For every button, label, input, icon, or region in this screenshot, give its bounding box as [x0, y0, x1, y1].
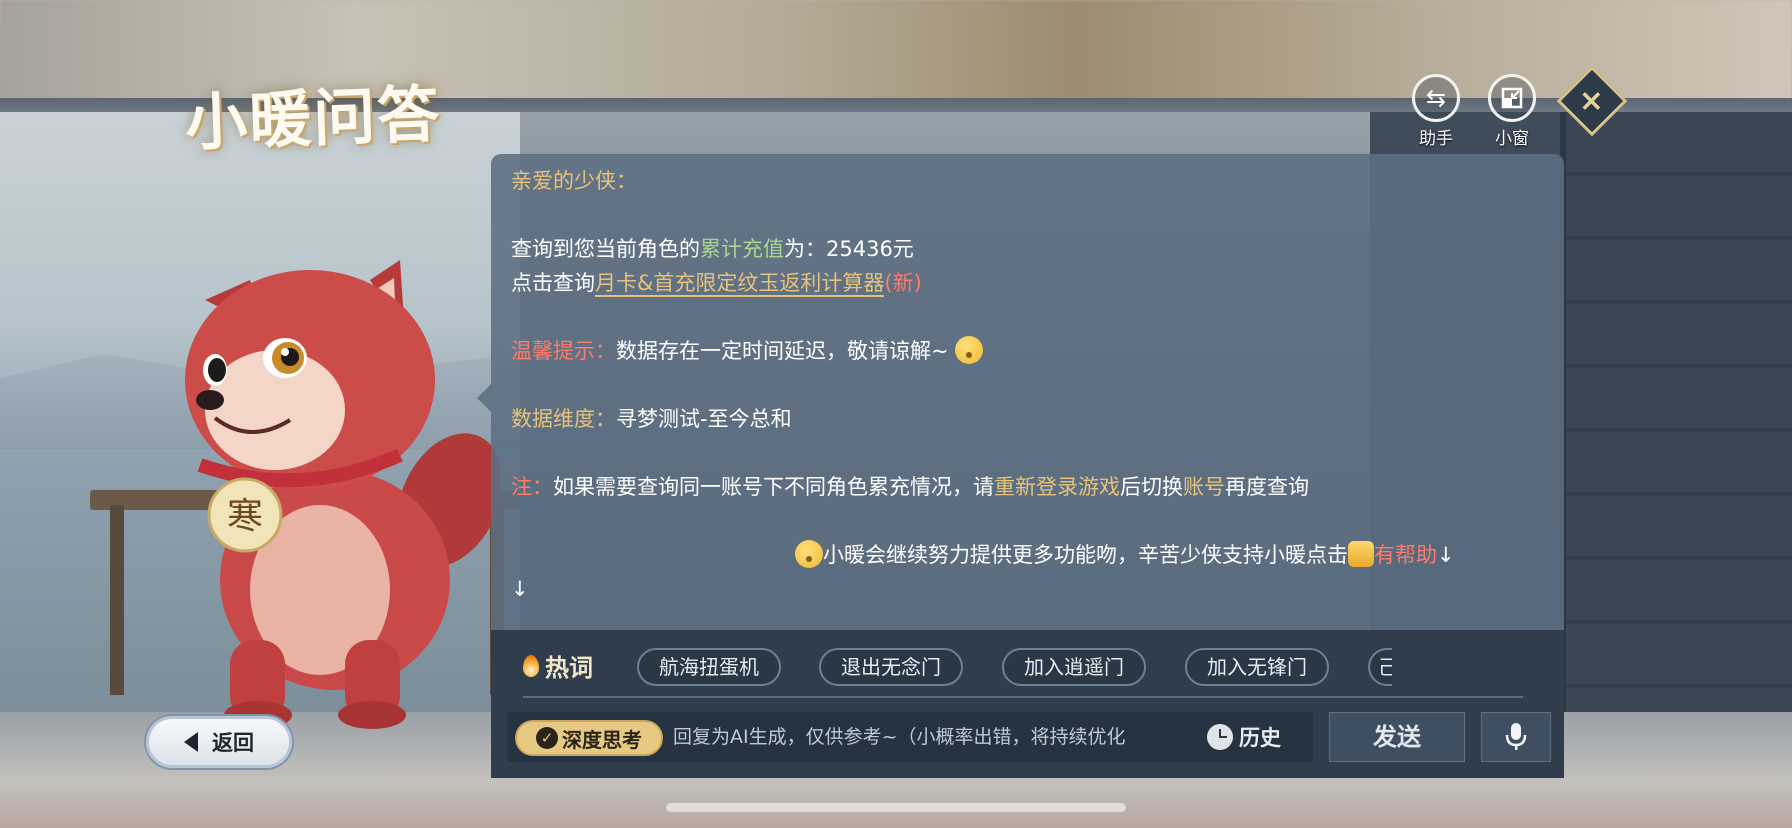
microphone-icon	[1505, 723, 1527, 750]
hot-word-chip[interactable]: 加入逍遥门	[1002, 648, 1146, 686]
recharge-value: 25436元	[826, 237, 914, 261]
input-area: 热词 航海扭蛋机 退出无念门 加入逍遥门 加入无锋门 己 ✓ 深度思考 历史 发…	[491, 630, 1564, 778]
mini-window-button[interactable]: 小窗	[1484, 74, 1540, 149]
recharge-highlight: 累计充值	[700, 237, 784, 261]
send-button[interactable]: 发送	[1329, 712, 1465, 762]
clock-icon	[1207, 724, 1233, 750]
tip-text: 数据存在一定时间延迟，敬请谅解~	[616, 339, 949, 363]
recharge-prefix: 查询到您当前角色的	[511, 237, 700, 261]
message-input-container: ✓ 深度思考 历史	[507, 712, 1313, 762]
back-button[interactable]: 返回	[146, 716, 292, 768]
chat-message-panel: 亲爱的少侠： 查询到您当前角色的累计充值为：25436元 点击查询月卡&首充限定…	[477, 154, 1564, 630]
history-label: 历史	[1239, 726, 1281, 750]
kiss-emoji-icon	[795, 540, 823, 568]
back-button-label: 返回	[212, 731, 254, 755]
recharge-colon: 为：	[784, 237, 826, 261]
background-window-frame	[1560, 112, 1792, 712]
background-table-leg	[110, 505, 124, 695]
feedback-text: 小暖会继续努力提供更多功能吻，辛苦少侠支持小暖点击	[823, 543, 1348, 567]
deep-think-toggle[interactable]: ✓ 深度思考	[515, 720, 663, 756]
dimension-text: 寻梦测试-至今总和	[616, 407, 792, 431]
kiss-emoji-icon	[955, 336, 984, 364]
helpful-link[interactable]: 有帮助	[1374, 543, 1437, 567]
hot-word-chip[interactable]: 己	[1368, 648, 1392, 686]
calculator-link[interactable]: 月卡&首充限定纹玉返利计算器	[595, 271, 885, 297]
hot-words-title: 热词	[545, 654, 593, 682]
note-label: 注：	[511, 475, 553, 499]
page-title: 小暖问答	[183, 77, 443, 160]
calculator-line: 点击查询月卡&首充限定纹玉返利计算器(新)	[511, 268, 922, 298]
dimension-label: 数据维度：	[511, 407, 616, 431]
note-text-3: 再度查询	[1225, 475, 1309, 499]
minimize-window-icon	[1488, 74, 1536, 122]
new-tag: (新)	[884, 271, 922, 295]
note-line: 注：如果需要查询同一账号下不同角色累充情况，请重新登录游戏后切换账号再度查询	[511, 472, 1309, 502]
thumbs-up-icon	[1348, 541, 1374, 567]
feedback-line: 小暖会继续努力提供更多功能吻，辛苦少侠支持小暖点击 有帮助↓	[795, 540, 1455, 570]
message-input[interactable]	[673, 722, 1173, 752]
swap-arrows-icon: ⇆	[1412, 74, 1460, 122]
hot-word-chip[interactable]: 航海扭蛋机	[637, 648, 781, 686]
home-indicator[interactable]	[666, 803, 1126, 812]
speech-bubble-pointer	[477, 384, 491, 412]
history-button[interactable]: 历史	[1207, 722, 1281, 752]
hot-word-chip[interactable]: 加入无锋门	[1185, 648, 1329, 686]
mascot-tag-text: 寒	[227, 496, 263, 537]
calculator-prefix: 点击查询	[511, 271, 595, 295]
divider	[523, 696, 1523, 698]
relogin-highlight: 重新登录游戏	[994, 475, 1120, 499]
voice-input-button[interactable]	[1481, 712, 1551, 762]
recharge-line: 查询到您当前角色的累计充值为：25436元	[511, 234, 914, 264]
tip-label: 温馨提示：	[511, 339, 616, 363]
deep-think-label: 深度思考	[562, 727, 642, 752]
assistant-button[interactable]: ⇆ 助手	[1408, 74, 1464, 149]
note-text: 如果需要查询同一账号下不同角色累充情况，请	[553, 475, 994, 499]
note-text-2: 后切换	[1120, 475, 1183, 499]
tip-line: 温馨提示：数据存在一定时间延迟，敬请谅解~	[511, 336, 984, 366]
assistant-label: 助手	[1419, 129, 1453, 149]
close-icon: ×	[1579, 83, 1605, 119]
back-arrow-icon	[184, 732, 198, 752]
check-icon: ✓	[536, 727, 558, 749]
greeting-text: 亲爱的少侠：	[511, 169, 637, 193]
mini-window-label: 小窗	[1495, 129, 1529, 149]
hot-word-chip[interactable]: 退出无念门	[819, 648, 963, 686]
down-arrow-icon: ↓	[1437, 543, 1455, 567]
account-highlight: 账号	[1183, 475, 1225, 499]
mascot-dog-image: 寒	[185, 260, 500, 729]
input-row: ✓ 深度思考 历史 发送	[507, 712, 1551, 766]
down-arrow-icon: ↓	[511, 577, 529, 601]
flame-icon	[523, 654, 539, 677]
hot-words-row: 热词 航海扭蛋机 退出无念门 加入逍遥门 加入无锋门 己	[491, 630, 1564, 696]
dimension-line: 数据维度：寻梦测试-至今总和	[511, 404, 792, 434]
hot-words-label: 热词	[523, 648, 593, 683]
